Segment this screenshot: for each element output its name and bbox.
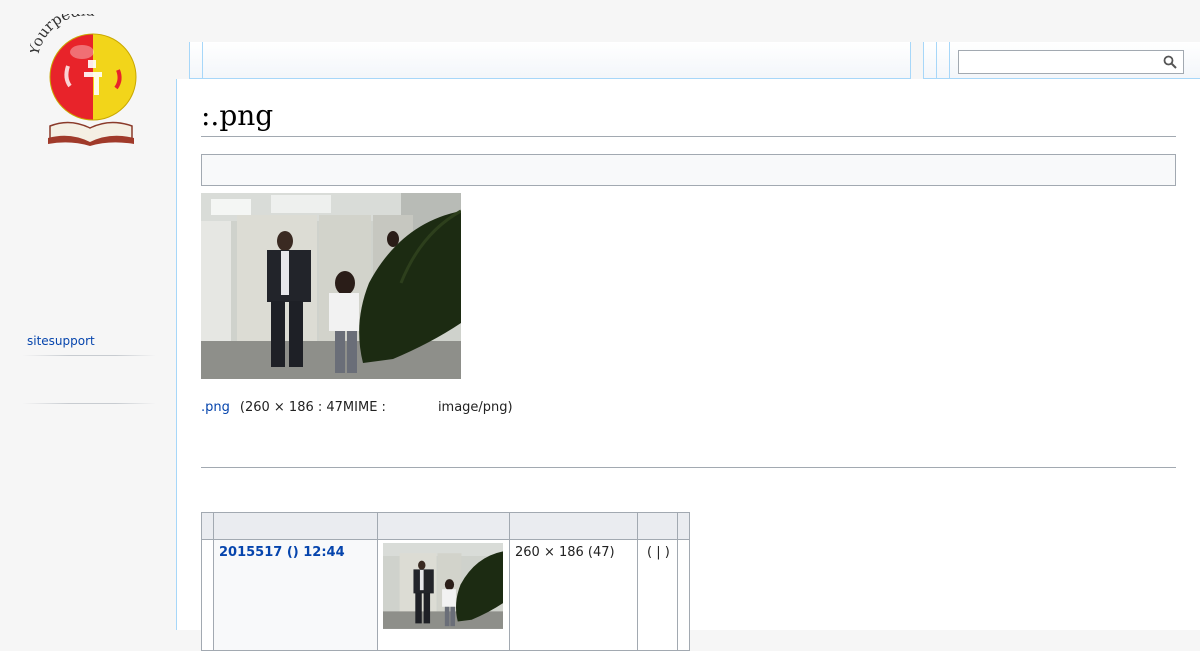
search-icon[interactable] xyxy=(1163,55,1177,69)
file-meta: (260 × 186 : 47MIME : xyxy=(239,400,386,415)
file-image[interactable] xyxy=(201,193,461,379)
table-cell xyxy=(201,539,214,651)
tab-divider xyxy=(202,42,203,79)
table-header xyxy=(377,512,510,540)
table-cell xyxy=(677,539,690,651)
history-divider xyxy=(201,467,1176,468)
sidebar-item-sitesupport[interactable]: sitesupport xyxy=(27,334,95,348)
site-logo[interactable]: Yourpedia xyxy=(30,14,140,148)
file-mime: image/png) xyxy=(437,400,513,415)
main-content: :.png .png (260 × 186 : 47MIME : image/png… xyxy=(176,79,1200,651)
title-divider xyxy=(201,136,1176,137)
table-cell: ( | ) xyxy=(637,539,678,651)
table-cell xyxy=(377,539,510,651)
history-dimensions: 260 × 186 (47) xyxy=(515,545,615,560)
sidebar-divider xyxy=(22,403,156,404)
file-info: .png (260 × 186 : 47MIME : image/png) xyxy=(201,400,513,415)
table-header xyxy=(201,512,214,540)
search-box xyxy=(958,50,1184,74)
table-header xyxy=(509,512,638,540)
page-tabs xyxy=(189,42,911,79)
table-cell: 260 × 186 (47) xyxy=(509,539,638,651)
table-header xyxy=(677,512,690,540)
table-header-row xyxy=(201,512,690,540)
tab-divider xyxy=(949,42,950,79)
tab-divider xyxy=(936,42,937,79)
history-thumbnail[interactable] xyxy=(383,543,503,629)
table-header xyxy=(637,512,678,540)
file-toc xyxy=(201,154,1176,186)
file-name-link[interactable]: .png xyxy=(201,400,230,415)
sidebar-divider xyxy=(22,355,156,356)
history-actions[interactable]: ( | ) xyxy=(647,545,670,560)
table-row: 2015517 () 12:44 260 × 186 (47) (|) xyxy=(201,539,690,651)
history-date-link[interactable]: 2015517 () 12:44 xyxy=(219,545,345,560)
sidebar: Yourpedia sitesupport xyxy=(0,0,176,630)
file-history-table: 2015517 () 12:44 260 × 186 (47) (|) xyxy=(201,512,690,651)
table-header xyxy=(213,512,378,540)
table-cell: 2015517 () 12:44 xyxy=(213,539,378,651)
page-title: :.png xyxy=(201,99,274,132)
search-input[interactable] xyxy=(961,53,1161,71)
